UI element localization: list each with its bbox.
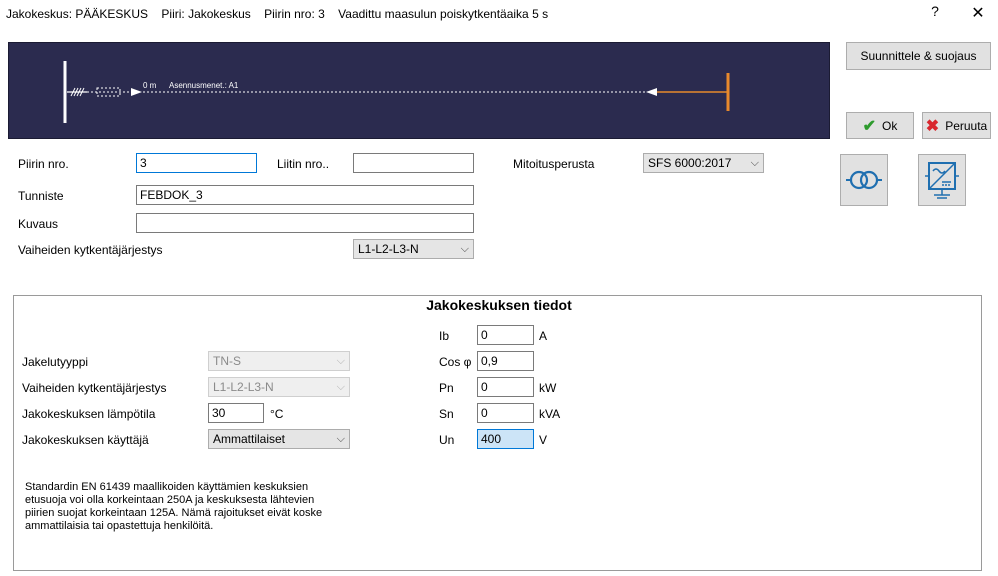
un-label: Un (439, 433, 455, 447)
circuit-diagram-svg (63, 61, 730, 123)
installation-method-label: Asennusmenet.: A1 (169, 81, 239, 90)
user-label: Jakokeskuksen käyttäjä (22, 433, 149, 447)
title-part-circuit-no: Piirin nro: 3 (264, 7, 325, 21)
user-value: Ammattilaiset (213, 432, 286, 446)
cable-length-label: 0 m (143, 81, 157, 90)
chevron-down-icon: ⌵ (336, 354, 345, 367)
temperature-label: Jakokeskuksen lämpötila (22, 407, 156, 421)
connector-no-input[interactable] (353, 153, 474, 173)
circuit-diagram: 0 m Asennusmenet.: A1 (8, 42, 830, 139)
cross-icon: ✖ (925, 117, 940, 135)
connector-no-label: Liitin nro.. (277, 157, 330, 171)
window-title: Jakokeskus: PÄÄKESKUS Piiri: Jakokeskus … (6, 7, 558, 21)
sn-input[interactable] (477, 403, 534, 423)
pn-unit: kW (539, 381, 557, 395)
panel-phase-order-value: L1-L2-L3-N (213, 380, 274, 394)
description-input[interactable] (136, 213, 474, 233)
close-button[interactable]: ✕ (966, 3, 990, 23)
ib-label: Ib (439, 329, 450, 343)
temperature-input[interactable] (208, 403, 264, 423)
pn-label: Pn (439, 381, 454, 395)
circuit-no-label: Piirin nro. (18, 157, 69, 171)
distribution-type-select: TN-S ⌵ (208, 351, 350, 371)
title-part-circuit: Piiri: Jakokeskus (161, 7, 251, 21)
inverter-button[interactable] (918, 154, 966, 206)
switchboard-info-title: Jakokeskuksen tiedot (426, 297, 572, 313)
transformer-button[interactable] (840, 154, 888, 206)
title-part-disconnect-time: Vaadittu maasulun poiskytkentäaika 5 s (338, 7, 549, 21)
ok-button[interactable]: ✔ Ok (846, 112, 914, 139)
arrow-left-icon (646, 88, 657, 96)
identifier-input[interactable] (136, 185, 474, 205)
panel-phase-order-select: L1-L2-L3-N ⌵ (208, 377, 350, 397)
transformer-icon (846, 170, 882, 190)
phase-order-label: Vaiheiden kytkentäjärjestys (18, 243, 163, 257)
cancel-button[interactable]: ✖ Peruuta (922, 112, 991, 139)
design-protection-label: Suunnittele & suojaus (860, 49, 977, 63)
un-unit: V (539, 433, 548, 447)
temperature-unit: °C (270, 407, 284, 421)
title-part-switchboard: Jakokeskus: PÄÄKESKUS (6, 7, 149, 21)
cancel-label: Peruuta (945, 118, 988, 133)
chevron-down-icon: ⌵ (460, 242, 469, 255)
sizing-basis-value: SFS 6000:2017 (648, 156, 732, 170)
ib-input[interactable] (477, 325, 534, 345)
sizing-basis-select[interactable]: SFS 6000:2017 ⌵ (643, 153, 764, 173)
chevron-down-icon: ⌵ (336, 432, 345, 445)
help-button[interactable]: ? (926, 3, 944, 23)
pn-input[interactable] (477, 377, 534, 397)
ib-unit: A (539, 329, 548, 343)
sn-unit: kVA (539, 407, 561, 421)
distribution-type-value: TN-S (213, 354, 241, 368)
circuit-no-input[interactable] (136, 153, 257, 173)
phase-order-select[interactable]: L1-L2-L3-N ⌵ (353, 239, 474, 259)
standard-info-text: Standardin EN 61439 maallikoiden käyttäm… (25, 481, 323, 532)
sn-label: Sn (439, 407, 454, 421)
phase-order-value: L1-L2-L3-N (358, 242, 419, 256)
check-icon: ✔ (862, 117, 877, 135)
user-select[interactable]: Ammattilaiset ⌵ (208, 429, 350, 449)
chevron-down-icon: ⌵ (336, 380, 345, 393)
cos-phi-label: Cos φ (439, 355, 472, 369)
un-input[interactable] (477, 429, 534, 449)
design-protection-button[interactable]: Suunnittele & suojaus (846, 42, 991, 70)
panel-phase-order-label: Vaiheiden kytkentäjärjestys (22, 381, 167, 395)
arrow-right-icon (131, 88, 142, 96)
description-label: Kuvaus (18, 217, 59, 231)
distribution-type-label: Jakelutyyppi (22, 355, 89, 369)
sizing-basis-label: Mitoitusperusta (513, 157, 595, 171)
ok-label: Ok (882, 118, 898, 133)
chevron-down-icon: ⌵ (750, 156, 759, 169)
identifier-label: Tunniste (18, 189, 64, 203)
inverter-icon (925, 162, 959, 199)
cos-phi-input[interactable] (477, 351, 534, 371)
